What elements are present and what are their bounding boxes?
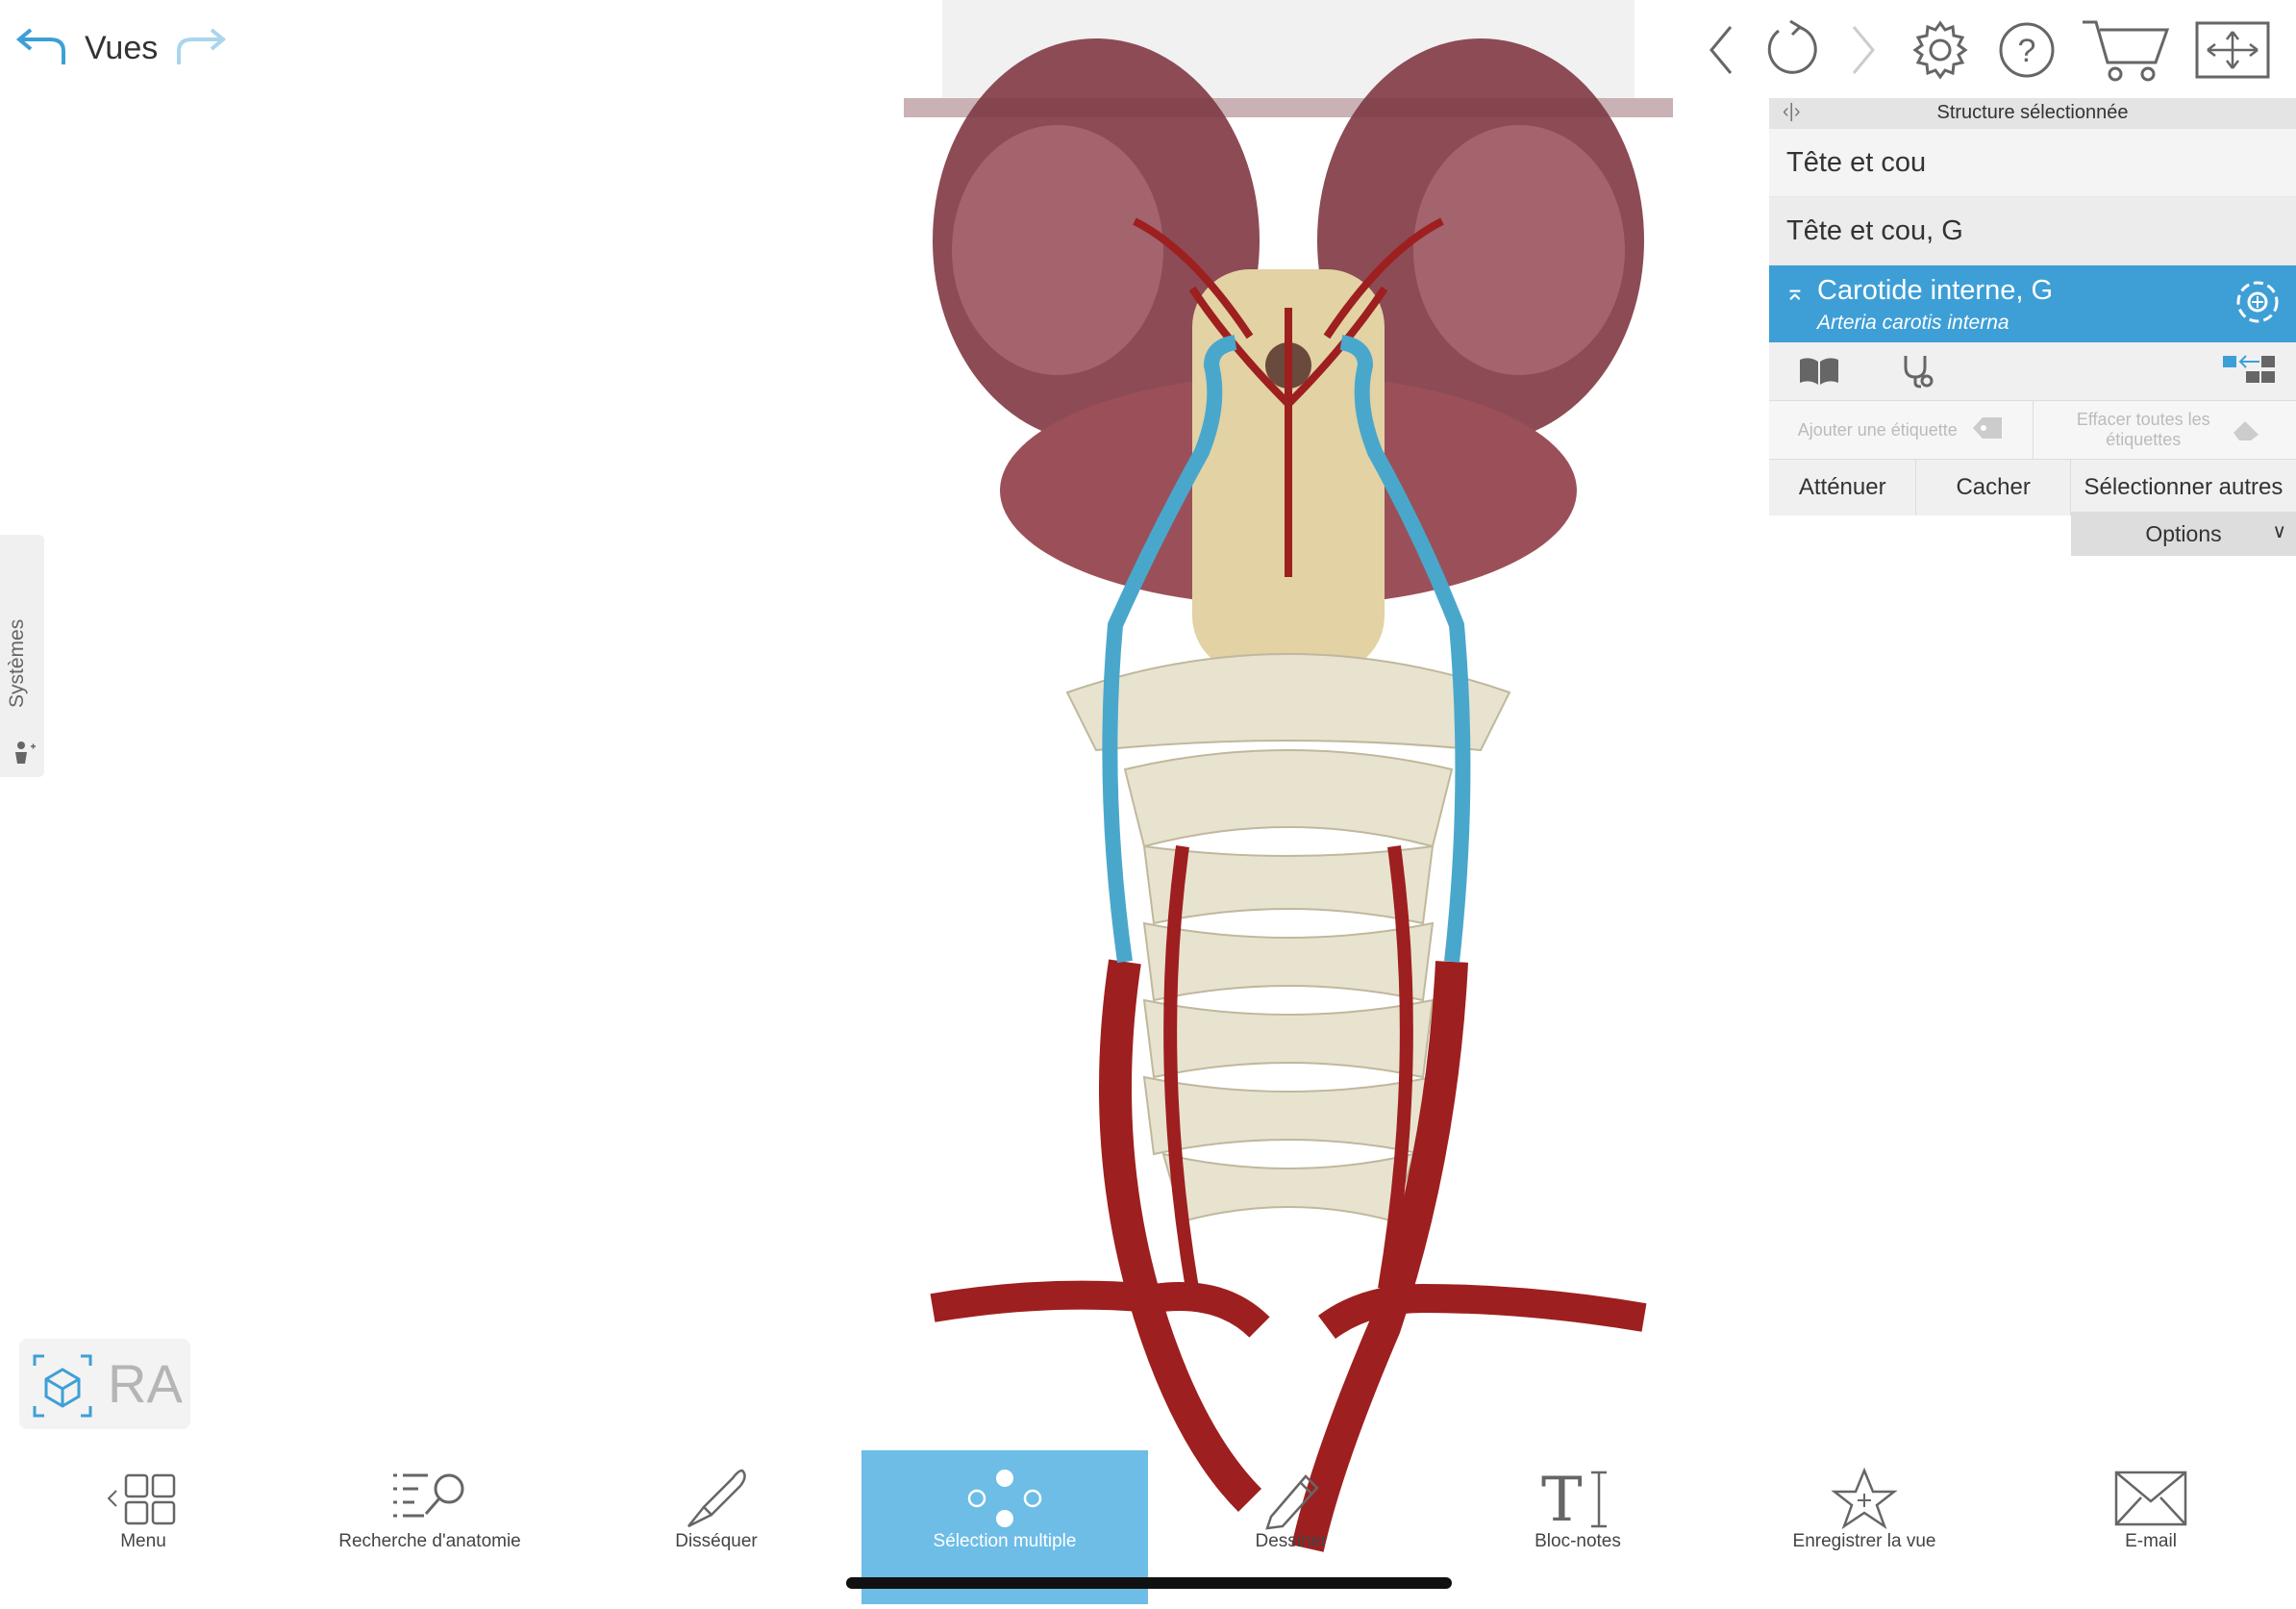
tag-icon (1971, 415, 2004, 445)
options-dropdown[interactable]: Options ∨ (2071, 512, 2296, 556)
email-label: E-mail (2008, 1531, 2294, 1552)
menu-button[interactable]: Menu (0, 1450, 287, 1604)
body-figure-icon (12, 741, 37, 770)
forward-icon[interactable] (1829, 15, 1898, 85)
crumb-label: Tête et cou, G (1786, 215, 1963, 247)
redo-icon[interactable] (171, 26, 229, 70)
email-button[interactable]: E-mail (2008, 1450, 2294, 1604)
undo-icon[interactable] (13, 26, 71, 70)
svg-text:T: T (1541, 1467, 1583, 1530)
selected-structure-latin: Arteria carotis interna (1817, 312, 2009, 335)
views-control: Vues (13, 19, 229, 77)
chevron-down-icon: ∨ (2272, 519, 2286, 543)
selected-structure-row[interactable]: ⌅ Carotide interne, G Arteria carotis in… (1769, 265, 2296, 342)
crumb-head-neck-left[interactable]: Tête et cou, G (1769, 197, 2296, 265)
select-others-label: Sélectionner autres (2084, 474, 2284, 501)
cart-icon[interactable] (2077, 15, 2173, 85)
save-view-icon (1721, 1460, 2008, 1537)
ar-label: RA (108, 1352, 183, 1415)
ar-button[interactable]: RA (19, 1339, 190, 1429)
save-view-button[interactable]: Enregistrer la vue (1721, 1450, 2008, 1604)
reset-icon[interactable] (1758, 15, 1827, 85)
scalpel-icon (573, 1460, 860, 1537)
visibility-actions-row: Atténuer Cacher Sélectionner autres (1769, 460, 2296, 515)
fullscreen-icon[interactable] (2192, 15, 2273, 85)
book-icon[interactable] (1798, 356, 1840, 391)
svg-text:?: ? (2018, 33, 2036, 69)
notepad-button[interactable]: T Bloc-notes (1435, 1450, 1721, 1604)
crumb-label: Tête et cou (1786, 147, 1926, 179)
hide-button[interactable]: Cacher (1916, 460, 2070, 515)
locate-target-icon[interactable] (2233, 277, 2283, 332)
pin-structures-icon[interactable] (2221, 354, 2277, 391)
fade-button[interactable]: Atténuer (1769, 460, 1916, 515)
add-label-text: Ajouter une étiquette (1798, 420, 1958, 440)
menu-label: Menu (0, 1531, 287, 1552)
fade-button-label: Atténuer (1799, 474, 1886, 501)
selected-structure-name: Carotide interne, G (1817, 275, 2053, 307)
options-label: Options (2145, 521, 2221, 547)
draw-label: Dessiner (1148, 1531, 1435, 1552)
notepad-icon: T (1435, 1460, 1721, 1537)
anatomy-search-button[interactable]: Recherche d'anatomie (287, 1450, 573, 1604)
panel-title: Structure sélectionnée (1769, 102, 2296, 124)
selected-structure-panel: ‹|› Structure sélectionnée Tête et cou T… (1769, 98, 2296, 515)
clear-labels-text: Effacer toutes les étiquettes (2066, 410, 2220, 450)
stethoscope-icon[interactable] (1898, 352, 1936, 395)
crumb-head-neck[interactable]: Tête et cou (1769, 129, 2296, 197)
add-label-button[interactable]: Ajouter une étiquette (1769, 401, 2033, 459)
systems-tab[interactable]: Systèmes (0, 535, 44, 777)
views-label: Vues (85, 30, 158, 67)
notepad-label: Bloc-notes (1435, 1531, 1721, 1552)
multi-select-label: Sélection multiple (861, 1531, 1148, 1552)
select-others-button[interactable]: Sélectionner autres (2071, 460, 2296, 515)
save-view-label: Enregistrer la vue (1721, 1531, 2008, 1552)
help-icon[interactable]: ? (1992, 15, 2061, 85)
anatomy-3d-view[interactable] (904, 0, 1673, 1604)
parent-up-icon[interactable]: ⌅ (1784, 277, 1806, 307)
email-icon (2008, 1460, 2294, 1537)
eraser-icon (2230, 414, 2262, 447)
hide-button-label: Cacher (1956, 474, 2030, 501)
dissect-label: Disséquer (573, 1531, 860, 1552)
panel-header: ‹|› Structure sélectionnée (1769, 98, 2296, 129)
anatomy-search-icon (287, 1460, 573, 1537)
multi-select-icon (861, 1460, 1148, 1537)
label-actions-row: Ajouter une étiquette Effacer toutes les… (1769, 401, 2296, 460)
settings-icon[interactable] (1906, 15, 1975, 85)
menu-grid-icon (0, 1460, 287, 1537)
dissect-button[interactable]: Disséquer (573, 1450, 860, 1604)
back-icon[interactable] (1686, 15, 1756, 85)
pencil-icon (1148, 1460, 1435, 1537)
systems-label: Systèmes (6, 619, 29, 708)
ar-cube-icon (31, 1352, 94, 1424)
structure-tools-row (1769, 342, 2296, 401)
home-indicator[interactable] (846, 1577, 1452, 1589)
anatomy-search-label: Recherche d'anatomie (287, 1531, 573, 1552)
clear-labels-button[interactable]: Effacer toutes les étiquettes (2033, 401, 2296, 459)
